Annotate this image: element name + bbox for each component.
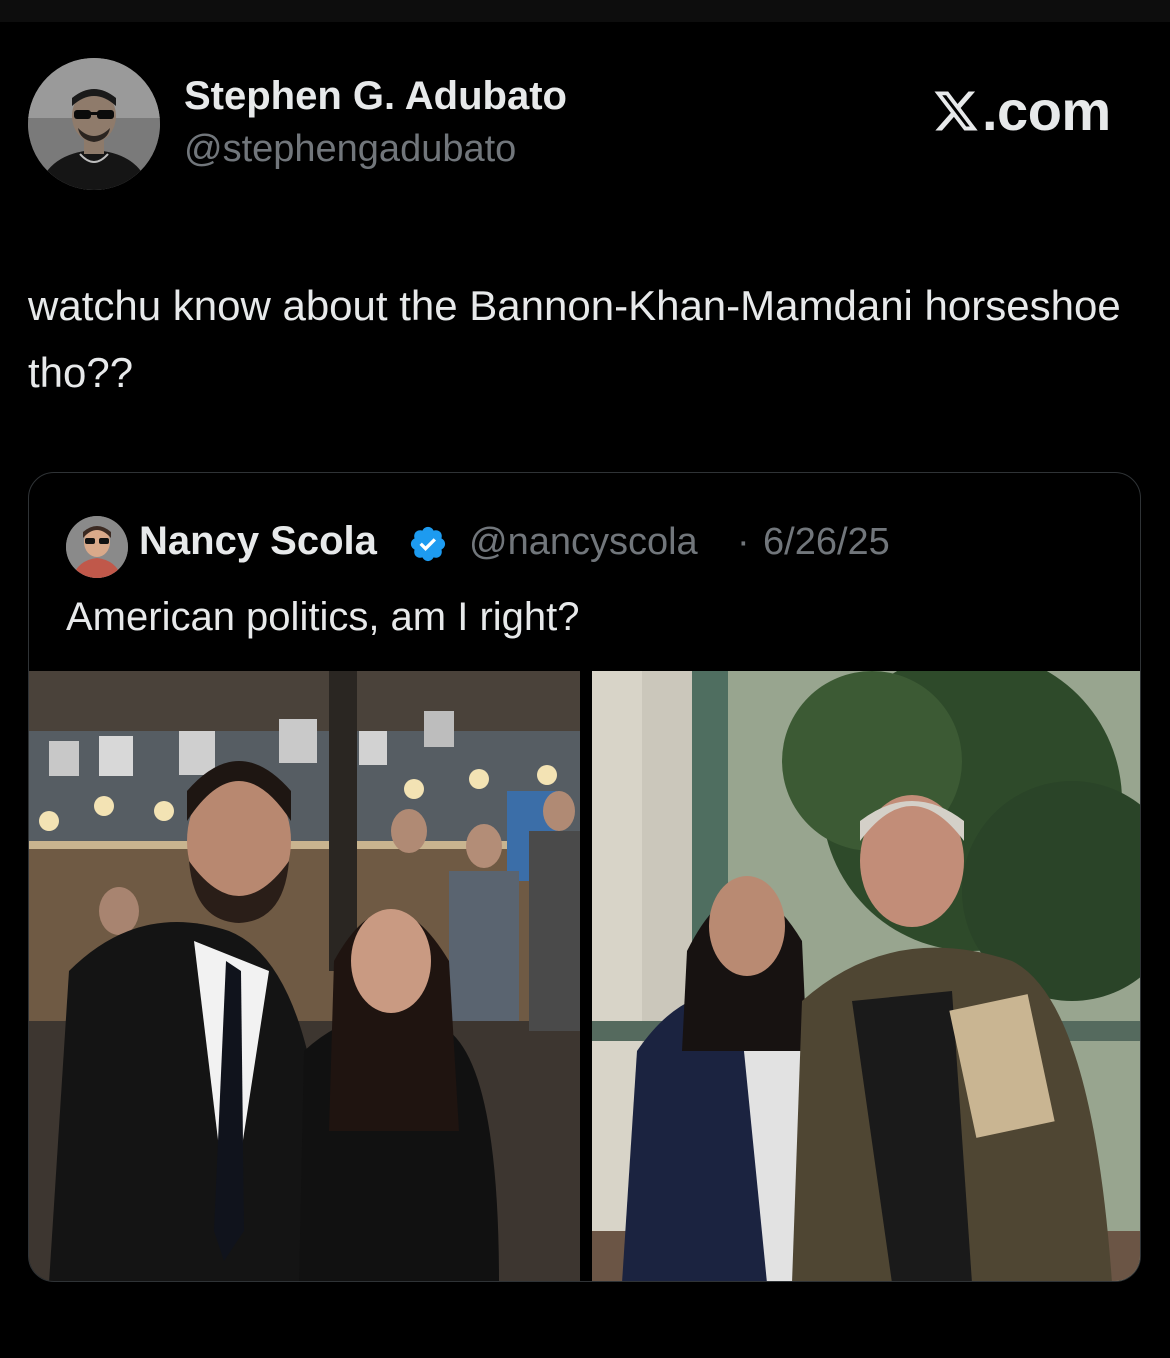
quoted-photo-right[interactable]	[592, 671, 1140, 1281]
quoted-author-avatar[interactable]	[66, 516, 128, 578]
quoted-media-grid	[29, 671, 1140, 1281]
quoted-photo-left[interactable]	[29, 671, 580, 1281]
quoted-date[interactable]: 6/26/25	[763, 521, 890, 564]
quoted-tweet-card[interactable]: Nancy Scola @nancyscola · 6/26/25 Americ…	[28, 472, 1141, 1282]
quoted-tweet-text: American politics, am I right?	[66, 595, 580, 639]
author-handle[interactable]: @stephengadubato	[184, 128, 516, 171]
x-logo-icon	[934, 91, 978, 130]
x-com-logo: .com	[932, 78, 1111, 143]
verified-badge-icon	[410, 526, 446, 562]
quoted-author-handle[interactable]: @nancyscola	[469, 521, 698, 564]
logo-domain-text: .com	[982, 79, 1111, 142]
quoted-author-name[interactable]: Nancy Scola	[139, 519, 377, 564]
author-avatar[interactable]	[28, 58, 160, 190]
tweet-text: watchu know about the Bannon-Khan-Mamdan…	[28, 282, 1121, 396]
status-bar	[0, 0, 1170, 22]
separator-dot: ·	[737, 521, 750, 563]
author-name[interactable]: Stephen G. Adubato	[184, 74, 567, 119]
